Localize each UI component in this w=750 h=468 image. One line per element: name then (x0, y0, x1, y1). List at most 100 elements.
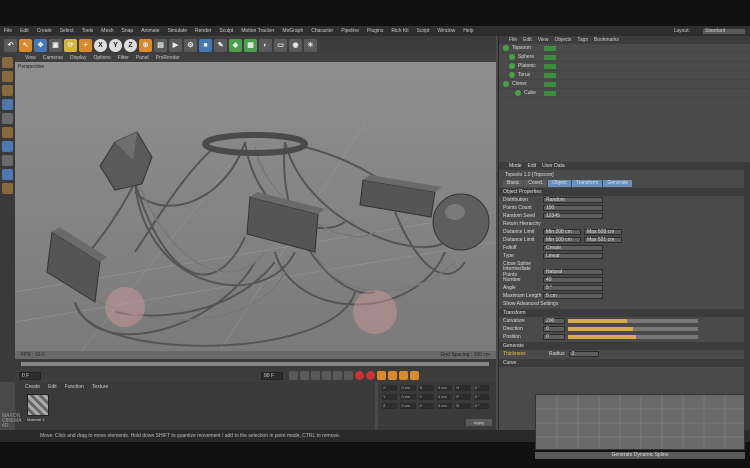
menu-item-file[interactable]: File (4, 28, 12, 34)
material-menu-function[interactable]: Function (65, 384, 84, 390)
object-row-torus[interactable]: Torus (499, 71, 750, 80)
visibility-toggle-icon[interactable] (544, 63, 556, 69)
pen-icon[interactable]: ✎ (214, 38, 227, 52)
y-axis-button[interactable]: Y (109, 38, 122, 52)
transform-slider[interactable] (568, 335, 698, 339)
lock-icon[interactable] (2, 169, 13, 180)
menu-item-window[interactable]: Window (437, 28, 455, 34)
end-frame-field[interactable]: 90 F (261, 371, 283, 380)
om-menu-bookmarks[interactable]: Bookmarks (594, 37, 619, 43)
add-icon[interactable]: + (79, 38, 92, 52)
position-key-icon[interactable] (388, 371, 397, 380)
attr-menu-user-data[interactable]: User Data (542, 163, 565, 169)
property-value[interactable]: 5 cm (543, 293, 603, 299)
menu-item-snap[interactable]: Snap (122, 28, 134, 34)
points-mode-icon[interactable] (2, 57, 13, 68)
curve-graph[interactable] (535, 394, 745, 450)
move-icon[interactable]: ✥ (34, 38, 47, 52)
grid-icon[interactable] (2, 183, 13, 194)
subdivision-icon[interactable]: ◆ (229, 38, 242, 52)
property-value[interactable]: Min 100 cm (543, 237, 581, 243)
menu-item-character[interactable]: Character (311, 28, 333, 34)
record-icon[interactable] (355, 371, 364, 380)
generate-dynamic-spline-button[interactable]: Generate Dynamic Spline (535, 452, 745, 459)
deformer-icon[interactable]: ◐ (259, 38, 272, 52)
transform-value[interactable]: 0 (543, 334, 565, 340)
visibility-toggle-icon[interactable] (544, 90, 556, 96)
render-region-icon[interactable]: ▤ (154, 38, 167, 52)
axis-mode-icon[interactable] (2, 127, 13, 138)
menu-item-select[interactable]: Select (60, 28, 74, 34)
array-icon[interactable]: ▦ (244, 38, 257, 52)
z-axis-button[interactable]: Z (124, 38, 137, 52)
render-view-icon[interactable]: ▶ (169, 38, 182, 52)
timeline-ruler[interactable] (21, 362, 489, 366)
property-value[interactable]: Create (543, 245, 603, 251)
property-value[interactable]: Linear (543, 253, 603, 259)
3d-viewport[interactable]: Perspective FPS : 10.0 Grid Spacing : 10… (15, 62, 496, 359)
attr-menu-edit[interactable]: Edit (528, 163, 537, 169)
visibility-toggle-icon[interactable] (544, 81, 556, 87)
viewport-menu-panel[interactable]: Panel (136, 55, 149, 61)
coord-field[interactable]: 0 cm (400, 394, 416, 400)
menu-item-animate[interactable]: Animate (141, 28, 159, 34)
coord-field[interactable]: 0 cm (436, 385, 453, 391)
menu-item-edit[interactable]: Edit (20, 28, 29, 34)
coord-field[interactable]: 0 cm (436, 403, 453, 409)
cube-icon[interactable]: ■ (199, 38, 212, 52)
camera-icon[interactable]: ◉ (289, 38, 302, 52)
object-row-topsoon[interactable]: Topsoon (499, 44, 750, 53)
transform-slider[interactable] (568, 319, 698, 323)
transform-slider[interactable] (568, 327, 698, 331)
torus-object[interactable] (202, 132, 308, 156)
render-settings-icon[interactable]: ⚙ (184, 38, 197, 52)
menu-item-render[interactable]: Render (195, 28, 211, 34)
undo-icon[interactable]: ↶ (4, 38, 17, 52)
menu-item-simulate[interactable]: Simulate (168, 28, 187, 34)
visibility-toggle-icon[interactable] (544, 54, 556, 60)
om-menu-view[interactable]: View (538, 37, 549, 43)
scale-key-icon[interactable] (399, 371, 408, 380)
property-value[interactable]: 100 (543, 205, 603, 211)
menu-item-mograph[interactable]: MoGraph (282, 28, 303, 34)
menu-item-rich-kit[interactable]: Rich Kit (391, 28, 408, 34)
start-frame-field[interactable]: 0 F (19, 371, 41, 380)
rotation-key-icon[interactable] (410, 371, 419, 380)
thickness-label[interactable]: Thickness (503, 351, 543, 357)
material-swatch[interactable] (27, 394, 49, 416)
material-menu-create[interactable]: Create (25, 384, 40, 390)
next-key-icon[interactable] (333, 371, 342, 380)
menu-item-sculpt[interactable]: Sculpt (219, 28, 233, 34)
tab-basic[interactable]: Basic (503, 179, 524, 187)
property-value-max[interactable]: Max 508 cm (584, 229, 622, 235)
object-row-platonic[interactable]: Platonic (499, 62, 750, 71)
menu-item-mesh[interactable]: Mesh (101, 28, 113, 34)
object-row-cube[interactable]: Cube (499, 89, 750, 98)
coord-field[interactable]: 0 cm (436, 394, 453, 400)
show-advanced-row[interactable]: Show Advanced Settings (499, 300, 750, 308)
coord-field[interactable]: 0 ° (473, 385, 489, 391)
menu-item-plugins[interactable]: Plugins (367, 28, 383, 34)
tab-coord[interactable]: Coord. (524, 179, 548, 187)
om-menu-file[interactable]: File (509, 37, 517, 43)
object-row-sphere[interactable]: Sphere (499, 53, 750, 62)
material-menu-edit[interactable]: Edit (48, 384, 57, 390)
property-value[interactable]: 5 ° (543, 285, 603, 291)
om-menu-objects[interactable]: Objects (554, 37, 571, 43)
play-backward-icon[interactable] (311, 371, 320, 380)
timeline[interactable] (15, 359, 496, 369)
transform-value[interactable]: 0 (543, 326, 565, 332)
property-value[interactable]: 12345 (543, 213, 603, 219)
light-icon[interactable]: ☀ (304, 38, 317, 52)
om-menu-edit[interactable]: Edit (523, 37, 532, 43)
viewport-menu-display[interactable]: Display (70, 55, 86, 61)
viewport-menu-view[interactable]: View (25, 55, 36, 61)
menu-item-tools[interactable]: Tools (82, 28, 94, 34)
property-value[interactable]: Min 208 cm (543, 229, 581, 235)
autokey-icon[interactable] (366, 371, 375, 380)
coord-icon[interactable]: ⊕ (139, 38, 152, 52)
model-mode-icon[interactable] (2, 99, 13, 110)
viewport-menu-options[interactable]: Options (93, 55, 110, 61)
menu-item-create[interactable]: Create (37, 28, 52, 34)
coord-field[interactable]: 0 cm (400, 385, 416, 391)
